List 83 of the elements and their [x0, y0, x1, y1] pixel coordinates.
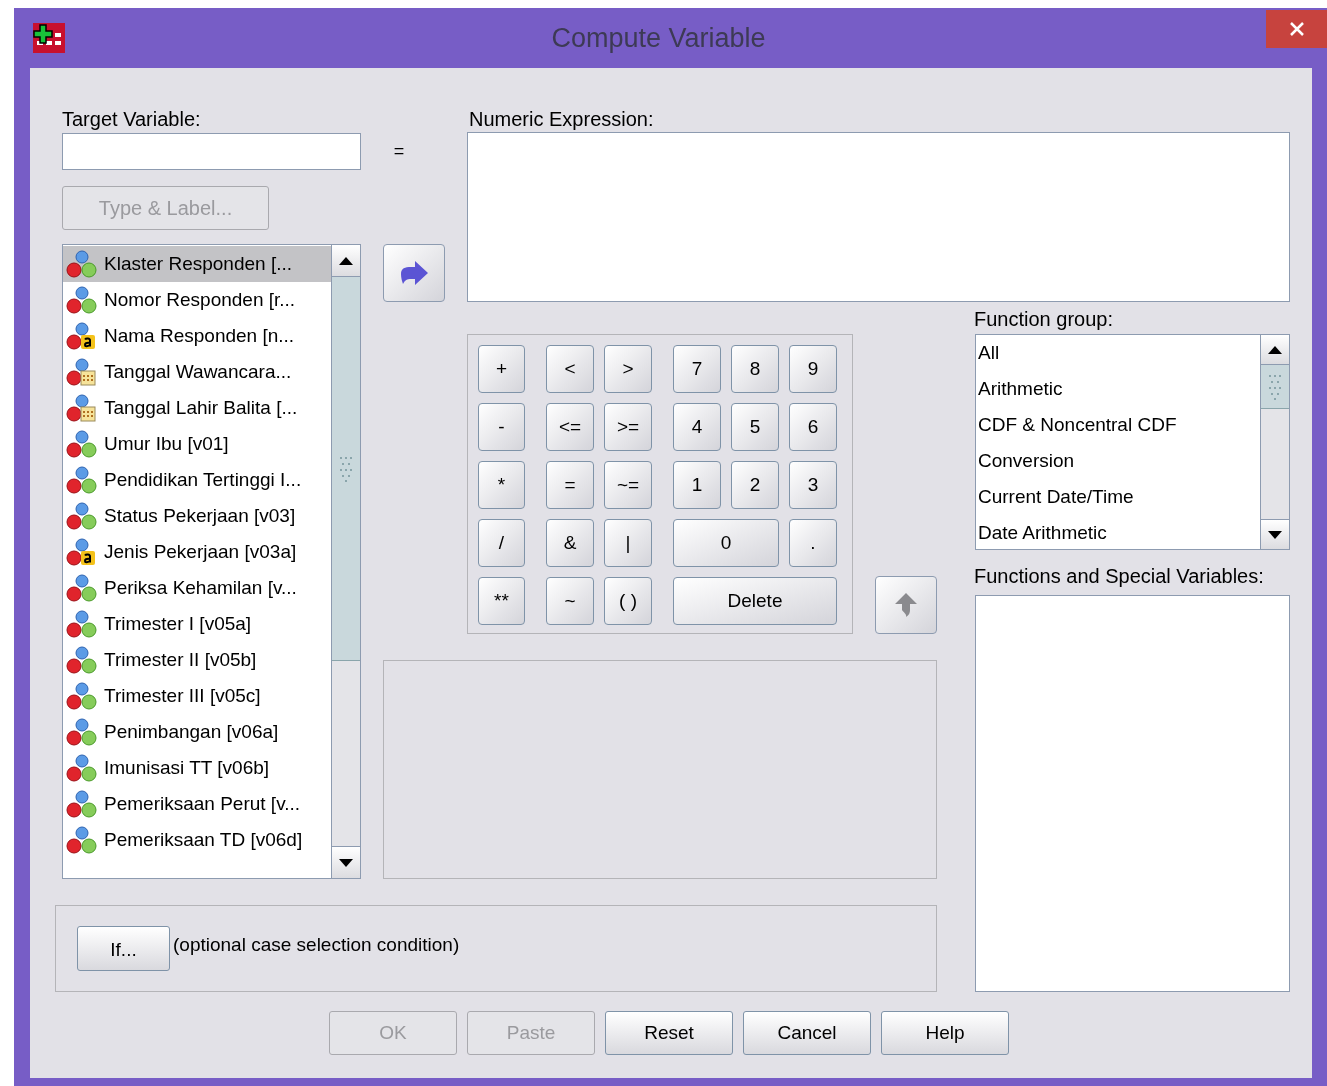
up-triangle-icon: [1268, 345, 1282, 354]
keypad-key[interactable]: +: [478, 345, 525, 393]
down-triangle-icon: [339, 858, 353, 867]
app-icon: [33, 23, 65, 53]
field-label: Numeric Expression:: [469, 109, 655, 129]
scale-variable-icon: [66, 682, 97, 710]
scale-variable-icon: [66, 466, 97, 494]
keypad-key[interactable]: /: [478, 519, 525, 567]
condition-hint: (optional case selection condition): [173, 933, 460, 957]
keypad-key[interactable]: ( ): [604, 577, 652, 625]
move-up-button[interactable]: [875, 576, 937, 634]
keypad-key[interactable]: 2: [731, 461, 779, 509]
keypad-key[interactable]: 3: [789, 461, 837, 509]
close-icon: [1288, 21, 1305, 37]
numeric-expression-field[interactable]: [467, 132, 1290, 302]
scale-variable-icon: [66, 790, 97, 818]
dialog-button[interactable]: Help: [881, 1011, 1009, 1055]
scale-variable-icon: [66, 250, 97, 278]
keypad-key[interactable]: 5: [731, 403, 779, 451]
scroll-thumb[interactable]: [1261, 365, 1289, 409]
if-button[interactable]: If...: [77, 926, 170, 971]
scroll-up-button[interactable]: [332, 245, 360, 277]
scale-variable-icon: [66, 646, 97, 674]
up-arrow-icon: [894, 592, 918, 618]
string-variable-icon: [66, 322, 97, 350]
scroll-down-button[interactable]: [332, 846, 360, 878]
function-group-item[interactable]: All: [976, 335, 1260, 371]
keypad-key[interactable]: ~: [546, 577, 594, 625]
keypad-key[interactable]: 7: [673, 345, 721, 393]
keypad-key[interactable]: -: [478, 403, 525, 451]
field-label: Functions and Special Variables:: [974, 565, 1265, 586]
keypad-key[interactable]: 6: [789, 403, 837, 451]
right-arrow-icon: [399, 260, 429, 286]
keypad-key[interactable]: <=: [546, 403, 594, 451]
close-button[interactable]: [1266, 10, 1327, 48]
scale-variable-icon: [66, 502, 97, 530]
date-variable-icon: [66, 394, 97, 422]
keypad-key[interactable]: 0: [673, 519, 779, 567]
variable-item[interactable]: Klaster Responden [...: [63, 246, 331, 282]
dialog-button[interactable]: Reset: [605, 1011, 733, 1055]
grip-icon: [1268, 373, 1282, 400]
keypad-key[interactable]: &: [546, 519, 594, 567]
down-triangle-icon: [1268, 530, 1282, 539]
scale-variable-icon: [66, 610, 97, 638]
function-group-item[interactable]: Current Date/Time: [976, 479, 1260, 515]
keypad-key[interactable]: Delete: [673, 577, 837, 625]
keypad-key[interactable]: **: [478, 577, 525, 625]
scale-variable-icon: [66, 718, 97, 746]
field-label: Target Variable:: [62, 109, 202, 129]
function-group-item[interactable]: Conversion: [976, 443, 1260, 479]
keypad-key[interactable]: ~=: [604, 461, 652, 509]
keypad-key[interactable]: 1: [673, 461, 721, 509]
scroll-down-button[interactable]: [1261, 519, 1289, 549]
function-group-item[interactable]: Arithmetic: [976, 371, 1260, 407]
keypad-key[interactable]: >=: [604, 403, 652, 451]
scale-variable-icon: [66, 754, 97, 782]
keypad-key[interactable]: 4: [673, 403, 721, 451]
window-title: Compute Variable: [550, 21, 767, 55]
function-group-item[interactable]: CDF & Noncentral CDF: [976, 407, 1260, 443]
target-variable-field[interactable]: [62, 133, 361, 170]
keypad-key[interactable]: .: [789, 519, 837, 567]
grip-icon: [339, 455, 353, 482]
up-triangle-icon: [339, 256, 353, 265]
scale-variable-icon: [66, 574, 97, 602]
keypad-key[interactable]: >: [604, 345, 652, 393]
move-right-button[interactable]: [383, 244, 445, 302]
scroll-thumb[interactable]: [332, 277, 360, 661]
keypad-key[interactable]: 9: [789, 345, 837, 393]
equals-sign: =: [393, 140, 405, 163]
scale-variable-icon: [66, 430, 97, 458]
scroll-up-button[interactable]: [1261, 335, 1289, 365]
keypad-key[interactable]: *: [478, 461, 525, 509]
scale-variable-icon: [66, 286, 97, 314]
keypad-key[interactable]: =: [546, 461, 594, 509]
field-label: Function group:: [974, 309, 1114, 329]
dialog-button[interactable]: Cancel: [743, 1011, 871, 1055]
keypad-key[interactable]: <: [546, 345, 594, 393]
keypad-key[interactable]: |: [604, 519, 652, 567]
string-variable-icon: [66, 538, 97, 566]
function-group-item[interactable]: Date Arithmetic: [976, 515, 1260, 549]
date-variable-icon: [66, 358, 97, 386]
keypad-key[interactable]: 8: [731, 345, 779, 393]
scale-variable-icon: [66, 826, 97, 854]
